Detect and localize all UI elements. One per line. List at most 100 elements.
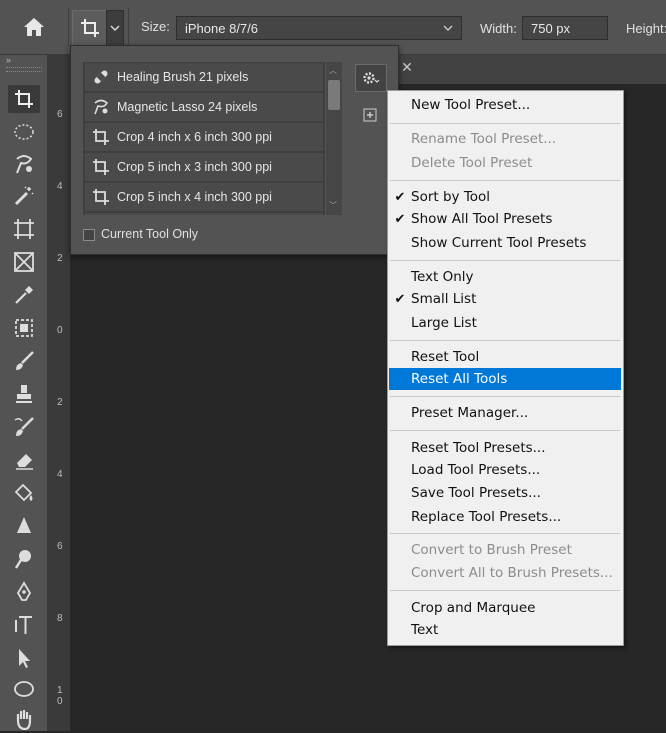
menu-item-preset-manager[interactable]: Preset Manager... bbox=[389, 402, 621, 424]
menu-item-reset-tool-presets[interactable]: Reset Tool Presets... bbox=[389, 437, 621, 459]
history-brush-tool[interactable] bbox=[8, 413, 40, 441]
list-item[interactable]: Crop 4 inch x 6 inch 300 ppi bbox=[85, 123, 323, 151]
list-item[interactable]: Crop 5 inch x 4 inch 300 ppi bbox=[85, 183, 323, 211]
ruler-number: 1 0 bbox=[57, 685, 63, 707]
panel-grip[interactable] bbox=[6, 67, 42, 72]
hand-tool[interactable] bbox=[8, 705, 40, 733]
home-icon bbox=[24, 18, 44, 36]
ruler-number: 6 bbox=[57, 541, 63, 552]
eraser-tool[interactable] bbox=[8, 446, 40, 474]
list-scrollbar[interactable]: ︿ ﹀ bbox=[326, 62, 342, 215]
blur-drop-icon bbox=[17, 517, 31, 533]
hand-icon bbox=[16, 710, 32, 730]
menu-item-crop-and-marquee[interactable]: Crop and Marquee bbox=[389, 597, 621, 619]
elliptical-marquee-tool[interactable] bbox=[8, 118, 40, 146]
home-button[interactable] bbox=[0, 0, 68, 54]
scroll-thumb[interactable] bbox=[328, 80, 340, 110]
menu-item-convert-to-brush-preset: Convert to Brush Preset bbox=[411, 542, 572, 558]
new-preset-icon bbox=[363, 108, 377, 122]
menu-item-save-tool-presets[interactable]: Save Tool Presets... bbox=[389, 482, 621, 504]
tool-preset-list[interactable]: Healing Brush 21 pixels Magnetic Lasso 2… bbox=[83, 62, 325, 215]
menu-separator bbox=[390, 123, 620, 124]
history-brush-icon bbox=[14, 417, 34, 436]
menu-item-text-only[interactable]: Text Only bbox=[389, 266, 621, 288]
menu-item-convert-all-to-brush-presets: Convert All to Brush Presets... bbox=[411, 565, 613, 581]
tool-preset-picker-button[interactable] bbox=[72, 10, 108, 46]
current-tool-only-checkbox[interactable] bbox=[83, 229, 95, 241]
separator bbox=[128, 8, 129, 46]
menu-separator bbox=[390, 533, 620, 534]
brush-tool[interactable] bbox=[8, 347, 40, 375]
menu-separator bbox=[390, 180, 620, 181]
scroll-down-icon[interactable]: ﹀ bbox=[329, 200, 337, 211]
list-item[interactable]: Magnetic Lasso 24 pixels bbox=[85, 93, 323, 121]
eyedropper-icon bbox=[15, 286, 33, 304]
pen-tool[interactable] bbox=[8, 578, 40, 606]
magnetic-lasso-tool[interactable] bbox=[8, 150, 40, 178]
dodge-icon bbox=[14, 550, 31, 569]
patch-tool[interactable] bbox=[8, 314, 40, 342]
clone-stamp-tool[interactable] bbox=[8, 380, 40, 408]
menu-item-reset-all-tools[interactable]: Reset All Tools bbox=[389, 368, 621, 390]
stamp-icon bbox=[16, 385, 32, 403]
ruler-number: 2 bbox=[57, 253, 63, 264]
frame-placeholder-tool[interactable] bbox=[8, 248, 40, 276]
list-item-label: Healing Brush 21 pixels bbox=[117, 70, 249, 84]
menu-item-text[interactable]: Text bbox=[389, 619, 621, 641]
collapse-panel-icon[interactable]: » bbox=[6, 55, 42, 65]
width-input[interactable]: 750 px bbox=[522, 16, 608, 40]
frame-tool[interactable] bbox=[8, 215, 40, 243]
list-item-label: Crop 4 inch x 6 inch 300 ppi bbox=[117, 130, 272, 144]
crop-icon bbox=[93, 129, 109, 145]
crop-icon bbox=[15, 90, 33, 108]
list-item[interactable]: Crop 5 inch x 3 inch 300 ppi bbox=[85, 153, 323, 181]
new-preset-button[interactable] bbox=[361, 106, 379, 124]
menu-item-sort-by-tool[interactable]: ✔ Sort by Tool bbox=[389, 186, 621, 208]
chevron-down-icon bbox=[110, 25, 120, 31]
magic-wand-tool[interactable] bbox=[8, 182, 40, 210]
menu-item-replace-tool-presets[interactable]: Replace Tool Presets... bbox=[389, 506, 621, 528]
width-label: Width: bbox=[480, 21, 517, 36]
menu-item-small-list[interactable]: ✔ Small List bbox=[389, 288, 621, 310]
menu-item-delete-tool-preset: Delete Tool Preset bbox=[411, 155, 533, 171]
paint-bucket-tool[interactable] bbox=[8, 479, 40, 507]
crop-tool[interactable] bbox=[8, 85, 40, 113]
checkmark-icon: ✔ bbox=[394, 211, 406, 227]
close-icon[interactable]: ✕ bbox=[399, 58, 415, 76]
pen-icon bbox=[16, 581, 32, 601]
ruler-number: 0 bbox=[57, 325, 63, 336]
brush-icon bbox=[16, 351, 34, 370]
menu-item-reset-tool[interactable]: Reset Tool bbox=[389, 346, 621, 368]
menu-item-new-tool-preset[interactable]: New Tool Preset... bbox=[389, 94, 621, 116]
crop-icon bbox=[93, 159, 109, 175]
ruler-number: 6 bbox=[57, 109, 63, 120]
menu-item-load-tool-presets[interactable]: Load Tool Presets... bbox=[389, 459, 621, 481]
panel-menu-button[interactable] bbox=[355, 64, 387, 92]
ellipse-tool[interactable] bbox=[8, 675, 40, 703]
ruler-number: 2 bbox=[57, 397, 63, 408]
size-select[interactable]: iPhone 8/7/6 bbox=[176, 16, 462, 40]
menu-separator bbox=[390, 340, 620, 341]
path-selection-tool[interactable] bbox=[8, 644, 40, 672]
bandage-icon bbox=[94, 70, 108, 84]
frame-x-icon bbox=[14, 252, 34, 272]
tool-preset-dropdown-arrow[interactable] bbox=[106, 10, 124, 46]
menu-item-large-list[interactable]: Large List bbox=[389, 312, 621, 334]
ruler-number: 4 bbox=[57, 181, 63, 192]
menu-item-show-all-tool-presets[interactable]: ✔ Show All Tool Presets bbox=[389, 208, 621, 230]
menu-separator bbox=[390, 260, 620, 261]
menu-separator bbox=[390, 396, 620, 397]
magic-wand-icon bbox=[14, 186, 34, 206]
checkmark-icon: ✔ bbox=[394, 291, 406, 307]
scroll-up-icon[interactable]: ︿ bbox=[329, 65, 337, 76]
dodge-tool[interactable] bbox=[8, 545, 40, 573]
menu-item-show-current-tool-presets[interactable]: Show Current Tool Presets bbox=[389, 232, 621, 254]
eraser-icon bbox=[16, 454, 33, 470]
eyedropper-tool[interactable] bbox=[8, 281, 40, 309]
blur-tool[interactable] bbox=[8, 512, 40, 540]
list-item-label: Crop 5 inch x 3 inch 300 ppi bbox=[117, 160, 272, 174]
bandage-icon bbox=[15, 319, 33, 337]
type-tool[interactable] bbox=[8, 611, 40, 639]
list-item[interactable] bbox=[85, 213, 323, 215]
list-item[interactable]: Healing Brush 21 pixels bbox=[85, 63, 323, 91]
